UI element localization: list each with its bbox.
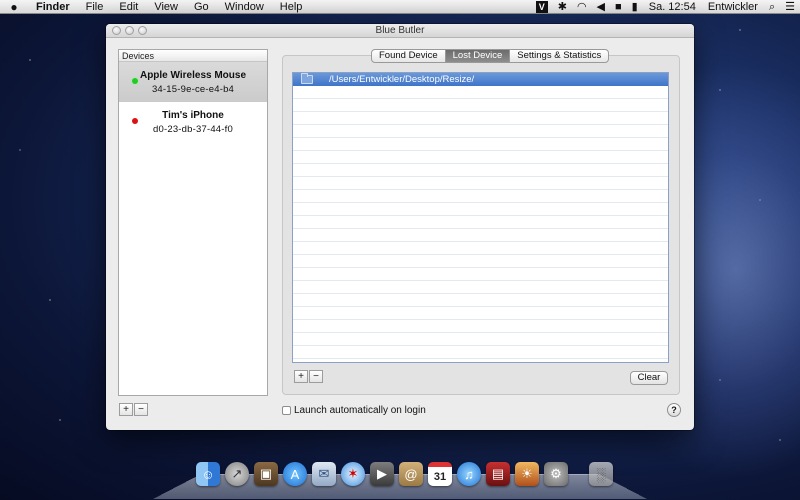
tab-bar: Found Device Lost Device Settings & Stat… (371, 49, 610, 63)
list-item[interactable]: /Users/Entwickler/Desktop/Resize/ (293, 73, 668, 86)
devices-header: Devices (119, 50, 267, 62)
clock[interactable]: Sa. 12:54 (643, 0, 702, 14)
calendar-icon[interactable]: 31 (428, 462, 452, 486)
remove-path-button[interactable]: − (309, 370, 323, 383)
window-title: Blue Butler (375, 25, 425, 36)
clear-button[interactable]: Clear (630, 371, 668, 385)
menu-view[interactable]: View (146, 0, 186, 14)
blue-butler-icon[interactable]: V (531, 0, 553, 14)
menu-help[interactable]: Help (272, 0, 311, 14)
tab-settings-statistics[interactable]: Settings & Statistics (510, 49, 610, 63)
help-button[interactable]: ? (667, 403, 681, 417)
user-menu[interactable]: Entwickler (702, 0, 764, 14)
device-name: Apple Wireless Mouse (139, 70, 247, 81)
menu-file[interactable]: File (78, 0, 112, 14)
menu-edit[interactable]: Edit (111, 0, 146, 14)
bluetooth-icon[interactable]: ✱ (553, 0, 572, 14)
device-mac: 34-15-9e-ce-e4-b4 (151, 84, 235, 95)
menu-window[interactable]: Window (217, 0, 272, 14)
spotlight-icon[interactable]: ⌕ (764, 0, 780, 14)
dock: ☺ ↗ ▣ A ✉ ✶ ▶ @ 31 ♫ ▤ ☀ ⚙ ░ (196, 462, 613, 486)
launch-on-login-option[interactable]: Launch automatically on login (282, 405, 426, 416)
battery-icon[interactable]: ▮ (627, 0, 643, 14)
status-dot-icon (132, 78, 138, 84)
blue-butler-window: Blue Butler Devices Apple Wireless Mouse… (106, 24, 694, 430)
remove-device-button[interactable]: − (134, 403, 148, 416)
menu-finder[interactable]: Finder (28, 0, 78, 14)
tab-lost-device[interactable]: Lost Device (445, 49, 511, 63)
iphoto-icon[interactable]: ☀ (515, 462, 539, 486)
device-name: Tim's iPhone (162, 110, 224, 121)
menu-go[interactable]: Go (186, 0, 217, 14)
launchpad-icon[interactable]: ↗ (225, 462, 249, 486)
launch-on-login-label: Launch automatically on login (294, 405, 426, 416)
add-path-button[interactable]: + (294, 370, 308, 383)
trash-icon[interactable]: ░ (589, 462, 613, 486)
device-item[interactable]: Tim's iPhone d0-23-db-37-44-f0 (119, 102, 267, 142)
status-area: V ✱ ◠ ◀ ■ ▮ Sa. 12:54 Entwickler ⌕ ☰ (531, 0, 800, 14)
device-mac: d0-23-db-37-44-f0 (153, 124, 233, 135)
facetime-icon[interactable]: ▶ (370, 462, 394, 486)
window-titlebar[interactable]: Blue Butler (106, 24, 694, 38)
mail-icon[interactable]: ✉ (312, 462, 336, 486)
menu-bar: ● Finder File Edit View Go Window Help V… (0, 0, 800, 14)
status-dot-icon (132, 118, 138, 124)
itunes-icon[interactable]: ♫ (457, 462, 481, 486)
path-label: /Users/Entwickler/Desktop/Resize/ (329, 74, 475, 85)
tab-found-device[interactable]: Found Device (371, 49, 446, 63)
safari-icon[interactable]: ✶ (341, 462, 365, 486)
folder-icon (301, 73, 313, 84)
lost-device-paths-list[interactable]: /Users/Entwickler/Desktop/Resize/ (292, 72, 669, 363)
wifi-icon[interactable]: ◠ (572, 0, 592, 14)
device-item[interactable]: Apple Wireless Mouse 34-15-9e-ce-e4-b4 (119, 62, 267, 102)
notification-center-icon[interactable]: ☰ (780, 0, 800, 14)
photo-booth-film-icon[interactable]: ▤ (486, 462, 510, 486)
contacts-icon[interactable]: @ (399, 462, 423, 486)
launch-on-login-checkbox[interactable] (282, 406, 291, 415)
volume-icon[interactable]: ◀ (592, 0, 610, 14)
add-device-button[interactable]: + (119, 403, 133, 416)
finder-icon[interactable]: ☺ (196, 462, 220, 486)
app-store-icon[interactable]: A (283, 462, 307, 486)
flag-icon[interactable]: ■ (610, 0, 627, 14)
photo-booth-icon[interactable]: ▣ (254, 462, 278, 486)
system-preferences-icon[interactable]: ⚙ (544, 462, 568, 486)
apple-menu-icon[interactable]: ● (0, 0, 28, 14)
devices-list: Devices Apple Wireless Mouse 34-15-9e-ce… (118, 49, 268, 396)
